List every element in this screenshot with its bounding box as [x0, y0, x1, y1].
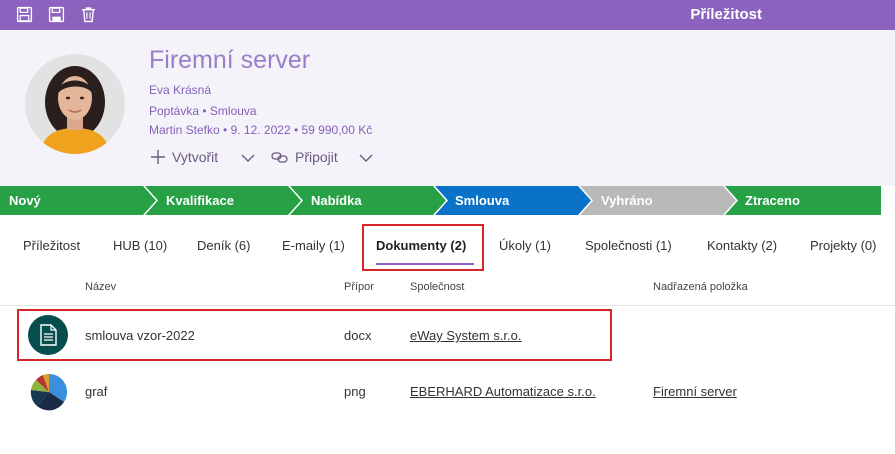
company-link[interactable]: EBERHARD Automatizace s.r.o. — [410, 384, 596, 399]
tab-hub[interactable]: HUB (10) — [113, 238, 167, 253]
connect-label: Připojit — [295, 149, 338, 165]
pie-chart-icon — [30, 373, 68, 411]
tab-projects[interactable]: Projekty (0) — [810, 238, 876, 253]
record-type: Poptávka • Smlouva — [149, 104, 257, 118]
record-meta: Martin Stefko • 9. 12. 2022 • 59 990,00 … — [149, 123, 373, 137]
stage-qualification: Kvalifikace — [166, 193, 234, 208]
chevron-down-icon[interactable] — [241, 153, 255, 163]
document-name[interactable]: graf — [85, 384, 107, 399]
stage-contract: Smlouva — [455, 193, 510, 208]
column-parent[interactable]: Nadřazená položka — [653, 281, 748, 293]
tab-opportunity[interactable]: Příležitost — [23, 238, 80, 253]
contact-name[interactable]: Eva Krásná — [149, 83, 211, 97]
tab-tasks[interactable]: Úkoly (1) — [499, 238, 551, 253]
plus-icon — [151, 150, 165, 164]
tab-companies[interactable]: Společnosti (1) — [585, 238, 672, 253]
stage-new: Nový — [9, 193, 41, 208]
avatar — [25, 54, 125, 154]
save-icon[interactable] — [16, 6, 33, 23]
tab-emails[interactable]: E-maily (1) — [282, 238, 345, 253]
delete-icon[interactable] — [80, 6, 97, 23]
stage-won: Vyhráno — [601, 193, 653, 208]
link-icon — [271, 152, 288, 163]
save-close-icon[interactable] — [48, 6, 65, 23]
column-extension[interactable]: Přípor — [344, 281, 374, 293]
column-company[interactable]: Společnost — [410, 281, 464, 293]
stage-lost: Ztraceno — [745, 193, 800, 208]
record-title: Firemní server — [149, 46, 311, 74]
create-button[interactable]: Vytvořit — [150, 149, 218, 165]
document-extension: png — [344, 384, 366, 399]
connect-button[interactable]: Připojit — [271, 149, 338, 165]
stage-bar: Nový Kvalifikace Nabídka Smlouva Vyhráno… — [0, 186, 881, 215]
window-title: Příležitost — [690, 6, 762, 23]
record-header: Firemní server Eva Krásná Poptávka • Sml… — [0, 30, 895, 186]
chevron-down-icon[interactable] — [359, 153, 373, 163]
table-header: Název Přípor Společnost Nadřazená položk… — [0, 272, 895, 306]
table-row[interactable]: graf png EBERHARD Automatizace s.r.o. Fi… — [0, 363, 895, 419]
column-name[interactable]: Název — [85, 281, 116, 293]
tab-contacts[interactable]: Kontakty (2) — [707, 238, 777, 253]
top-bar: Příležitost — [0, 0, 895, 30]
row-highlight-box — [17, 309, 612, 361]
tab-highlight-box — [362, 224, 484, 271]
tab-journal[interactable]: Deník (6) — [197, 238, 250, 253]
parent-link[interactable]: Firemní server — [653, 384, 737, 399]
create-label: Vytvořit — [172, 149, 219, 165]
stage-offer: Nabídka — [311, 193, 362, 208]
